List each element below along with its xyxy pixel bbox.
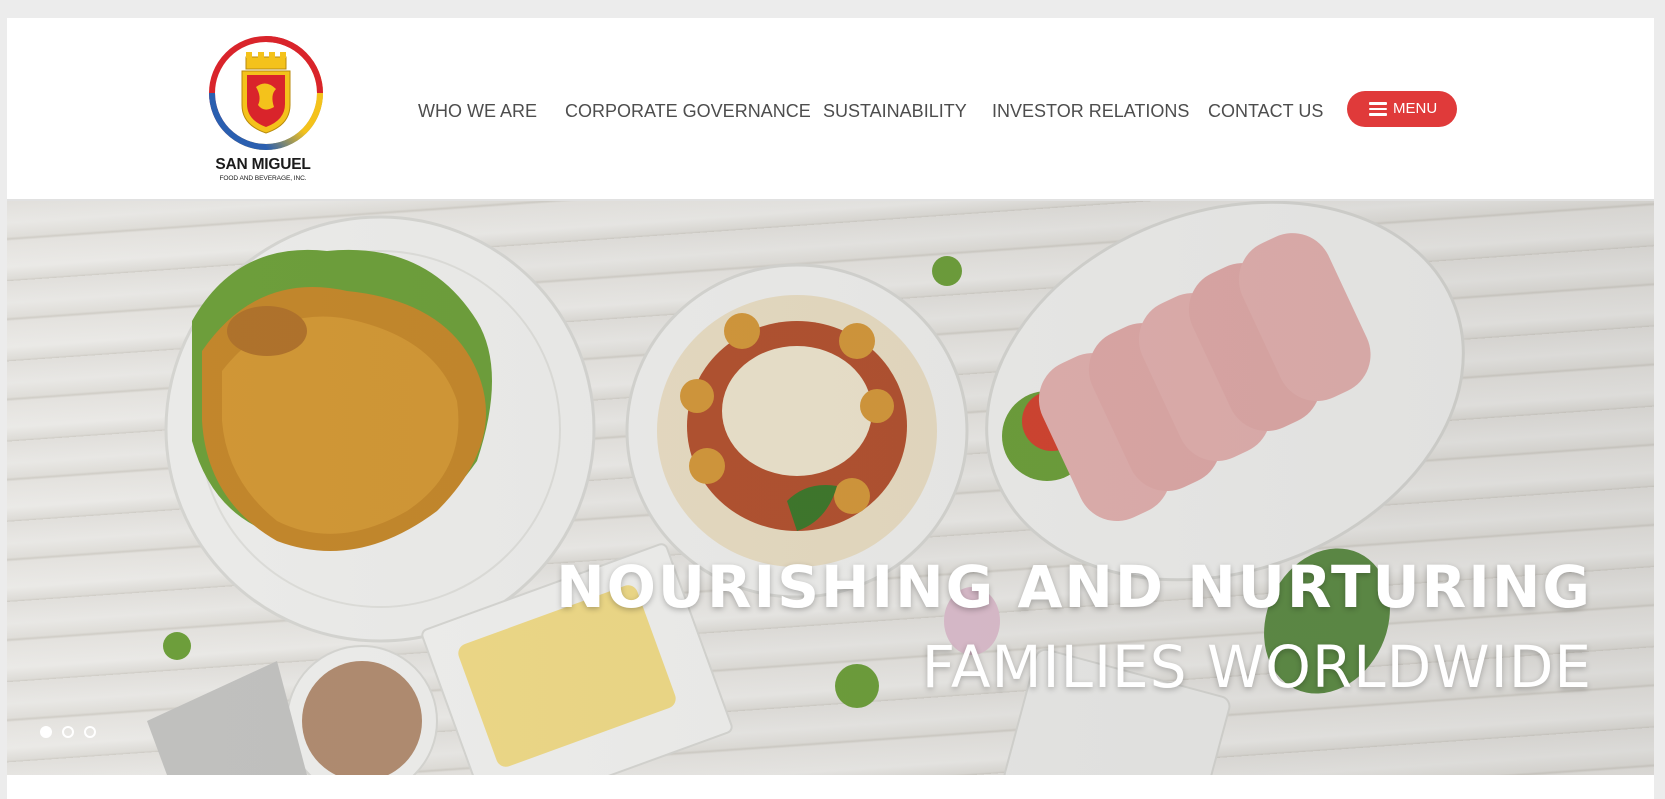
nav-item-sustainability[interactable]: SUSTAINABILITY: [823, 101, 967, 122]
site-header: SAN MIGUEL FOOD AND BEVERAGE, INC. WHO W…: [7, 18, 1654, 201]
slider-dot-1[interactable]: [40, 726, 52, 738]
nav-item-contact-us[interactable]: CONTACT US: [1208, 101, 1323, 122]
brand-logo[interactable]: SAN MIGUEL FOOD AND BEVERAGE, INC.: [200, 35, 326, 185]
page: SAN MIGUEL FOOD AND BEVERAGE, INC. WHO W…: [7, 18, 1654, 799]
nav-item-investor-relations[interactable]: INVESTOR RELATIONS: [992, 101, 1189, 122]
brand-name: SAN MIGUEL: [215, 156, 311, 173]
hero-subheadline: FAMILIES WORLDWIDE: [921, 633, 1592, 701]
hero-banner: NOURISHING AND NURTURING FAMILIES WORLDW…: [7, 201, 1654, 775]
nav-item-who-we-are[interactable]: WHO WE ARE: [418, 101, 537, 122]
menu-button-label: MENU: [1393, 100, 1438, 117]
hero-headline: NOURISHING AND NURTURING: [556, 553, 1592, 621]
slider-dot-2[interactable]: [62, 726, 74, 738]
slider-dot-3[interactable]: [84, 726, 96, 738]
hamburger-icon: [1369, 102, 1387, 116]
crest-icon: [209, 36, 323, 150]
menu-button[interactable]: MENU: [1347, 91, 1457, 127]
nav-item-corporate-governance[interactable]: CORPORATE GOVERNANCE: [565, 101, 811, 122]
brand-subname: FOOD AND BEVERAGE, INC.: [219, 175, 307, 182]
